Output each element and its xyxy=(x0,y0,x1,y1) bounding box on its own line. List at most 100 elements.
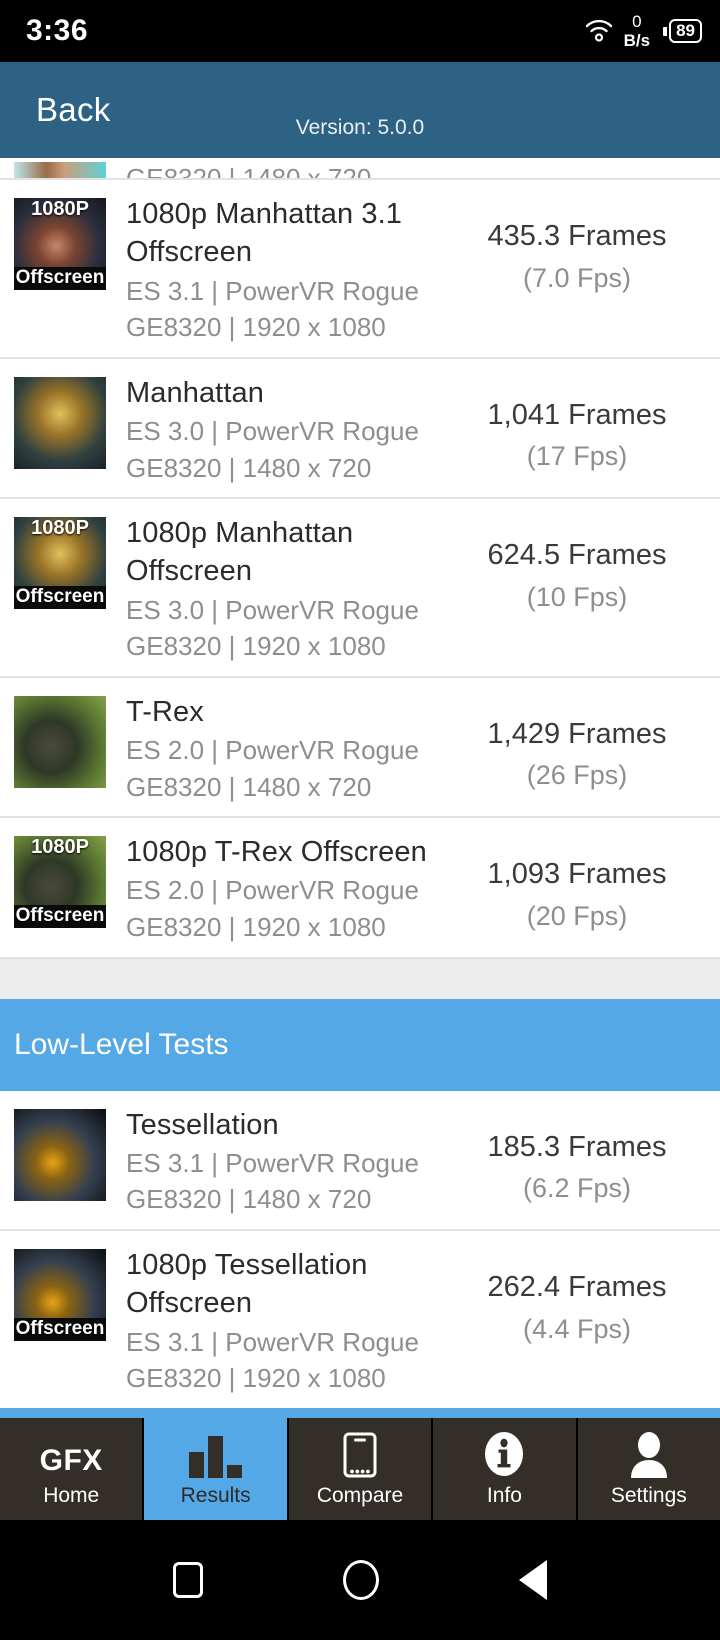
row-subtitle-1: ES 3.0 | PowerVR Rogue xyxy=(126,415,419,446)
row-subtitle-2: GE8320 | 1480 x 720 xyxy=(126,771,372,802)
battery-level: 89 xyxy=(669,19,702,43)
row-main: 1080p Manhattan Offscreen ES 3.0 | PowerV… xyxy=(126,513,452,664)
table-row[interactable]: 1080P Offscreen 1080p T-Rex Offscreen ES 2.… xyxy=(0,818,720,959)
triangle-back-icon[interactable] xyxy=(519,1560,547,1600)
nav-label-info: Info xyxy=(486,1484,522,1507)
nav-item-compare[interactable]: Compare xyxy=(289,1418,434,1520)
thumbnail-badge-1080p: 1080P xyxy=(31,836,89,859)
row-fps-value: (6.2 Fps) xyxy=(522,1173,632,1204)
row-fps-value: (7.0 Fps) xyxy=(522,262,632,293)
nav-item-info[interactable]: Info xyxy=(433,1418,578,1520)
row-fps-value: (20 Fps) xyxy=(526,900,628,931)
row-title: 1080p Manhattan Offscreen xyxy=(126,517,354,588)
circle-icon[interactable] xyxy=(343,1560,379,1600)
benchmark-thumbnail xyxy=(14,162,106,178)
results-rows-low-level: Tessellation ES 3.1 | PowerVR Rogue GE8320… xyxy=(0,1090,720,1418)
row-score: 1,041 Frames (17 Fps) xyxy=(452,373,702,475)
row-frames-value: 435.3 Frames xyxy=(487,220,667,252)
benchmark-thumbnail xyxy=(14,1108,106,1201)
row-frames-value: 1,041 Frames xyxy=(487,398,667,431)
table-row[interactable]: T-Rex ES 2.0 | PowerVR Rogue GE8320 | 1480… xyxy=(0,677,720,819)
accent-strip xyxy=(0,1408,720,1418)
status-icons: 0 B/s 89 xyxy=(585,13,702,49)
thumbnail-badge-1080p: 1080P xyxy=(31,517,89,540)
row-frames-value: 1,093 Frames xyxy=(487,858,667,891)
network-speed: 0 B/s xyxy=(624,13,650,49)
network-speed-unit: B/s xyxy=(623,31,651,50)
row-score: 262.4 Frames (4.4 Fps) xyxy=(452,1245,702,1347)
nav-label-settings: Settings xyxy=(610,1484,687,1507)
row-score: 185.3 Frames (6.2 Fps) xyxy=(452,1105,702,1207)
system-navigation-bar xyxy=(0,1520,720,1640)
wifi-icon xyxy=(585,18,615,44)
nav-item-settings[interactable]: Settings xyxy=(578,1418,720,1520)
battery-indicator: 89 xyxy=(663,19,702,43)
app-screen: 3:36 0 B/s 89 Back Version: 5.0.0 GE8320… xyxy=(0,0,720,1640)
battery-nub xyxy=(663,26,668,36)
benchmark-thumbnail xyxy=(14,695,106,788)
network-speed-value: 0 xyxy=(632,12,642,31)
row-subtitle-1: ES 3.0 | PowerVR Rogue xyxy=(126,594,419,625)
results-rows-main: 1080P Offscreen 1080p Manhattan 3.1 Offscr… xyxy=(0,180,720,959)
row-frames-value: 1,429 Frames xyxy=(487,717,667,750)
nav-label-results: Results xyxy=(180,1484,251,1507)
row-main: 1080p T-Rex Offscreen ES 2.0 | PowerVR Ro… xyxy=(126,832,452,944)
row-fps-value: (10 Fps) xyxy=(526,581,628,612)
row-frames-value: 624.5 Frames xyxy=(487,539,667,572)
nav-item-home[interactable]: GFX Home xyxy=(0,1418,145,1520)
row-subtitle-2: GE8320 | 1480 x 720 xyxy=(126,1184,372,1215)
thumbnail-badge-1080p: 1080P xyxy=(31,198,89,220)
person-icon xyxy=(628,1430,670,1478)
status-bar: 3:36 0 B/s 89 xyxy=(0,0,720,62)
row-subtitle-1: ES 3.1 | PowerVR Rogue xyxy=(126,1147,419,1178)
bar-chart-icon xyxy=(189,1430,243,1478)
table-row[interactable]: 1080P Offscreen 1080p Manhattan 3.1 Offscr… xyxy=(0,180,720,359)
row-subtitle-1: ES 2.0 | PowerVR Rogue xyxy=(126,875,419,906)
benchmark-thumbnail: 1080P Offscreen xyxy=(14,517,106,610)
row-main: GE8320 | 1480 x 720 xyxy=(126,158,702,178)
row-title: T-Rex xyxy=(126,695,204,728)
nav-label-home: Home xyxy=(43,1484,100,1507)
thumbnail-badge-offscreen: Offscreen xyxy=(14,905,106,929)
row-frames-value: 262.4 Frames xyxy=(487,1271,667,1304)
row-main: 1080p Tessellation Offscreen ES 3.1 | Pow… xyxy=(126,1245,452,1396)
row-subtitle-1: ES 3.1 | PowerVR Rogue xyxy=(126,275,419,306)
row-subtitle-1: ES 3.1 | PowerVR Rogue xyxy=(126,1326,419,1357)
row-title: 1080p Manhattan 3.1 Offscreen xyxy=(126,198,403,269)
gfx-logo-text: GFX xyxy=(39,1444,103,1477)
row-main: 1080p Manhattan 3.1 Offscreen ES 3.1 | Po… xyxy=(126,194,452,345)
row-frames-value: 185.3 Frames xyxy=(487,1130,667,1163)
benchmark-thumbnail: Offscreen xyxy=(14,1249,106,1342)
status-clock: 3:36 xyxy=(26,14,89,47)
row-main: Manhattan ES 3.0 | PowerVR Rogue GE8320 | … xyxy=(126,373,452,485)
row-main: T-Rex ES 2.0 | PowerVR Rogue GE8320 | 1480… xyxy=(126,692,452,804)
row-subtitle-2: GE8320 | 1920 x 1080 xyxy=(126,312,386,343)
row-fps-value: (17 Fps) xyxy=(526,441,628,472)
table-row[interactable]: Offscreen 1080p Tessellation Offscreen ES … xyxy=(0,1231,720,1410)
nav-item-results[interactable]: Results xyxy=(144,1418,289,1520)
row-score: 624.5 Frames (10 Fps) xyxy=(452,513,702,615)
info-icon xyxy=(483,1430,525,1478)
square-icon[interactable] xyxy=(173,1562,203,1598)
thumbnail-badge-offscreen: Offscreen xyxy=(14,1318,106,1342)
row-title: 1080p T-Rex Offscreen xyxy=(126,836,427,869)
row-title: 1080p Tessellation Offscreen xyxy=(126,1249,368,1320)
row-subtitle-2: GE8320 | 1920 x 1080 xyxy=(126,1363,386,1394)
row-subtitle-2: GE8320 | 1480 x 720 xyxy=(126,452,372,483)
row-title: Tessellation xyxy=(126,1108,279,1141)
thumbnail-badge-offscreen: Offscreen xyxy=(14,267,106,290)
benchmark-thumbnail xyxy=(14,376,106,469)
section-header-low-level: Low-Level Tests xyxy=(0,998,720,1091)
row-score: 1,093 Frames (20 Fps) xyxy=(452,832,702,934)
table-row[interactable]: Manhattan ES 3.0 | PowerVR Rogue GE8320 | … xyxy=(0,358,720,500)
version-label: Version: 5.0.0 xyxy=(295,116,425,139)
results-list[interactable]: GE8320 | 1480 x 720 1080P Offscreen 1080p … xyxy=(0,158,720,1418)
row-fps-value: (4.4 Fps) xyxy=(522,1313,632,1344)
row-subtitle-2: GE8320 | 1920 x 1080 xyxy=(126,631,386,662)
phone-icon xyxy=(343,1430,377,1478)
table-row-partial[interactable]: GE8320 | 1480 x 720 xyxy=(0,158,720,180)
row-score: 1,429 Frames (26 Fps) xyxy=(452,692,702,794)
table-row[interactable]: Tessellation ES 3.1 | PowerVR Rogue GE8320… xyxy=(0,1090,720,1232)
table-row[interactable]: 1080P Offscreen 1080p Manhattan Offscreen E… xyxy=(0,499,720,678)
gfx-logo-icon: GFX xyxy=(40,1430,103,1478)
